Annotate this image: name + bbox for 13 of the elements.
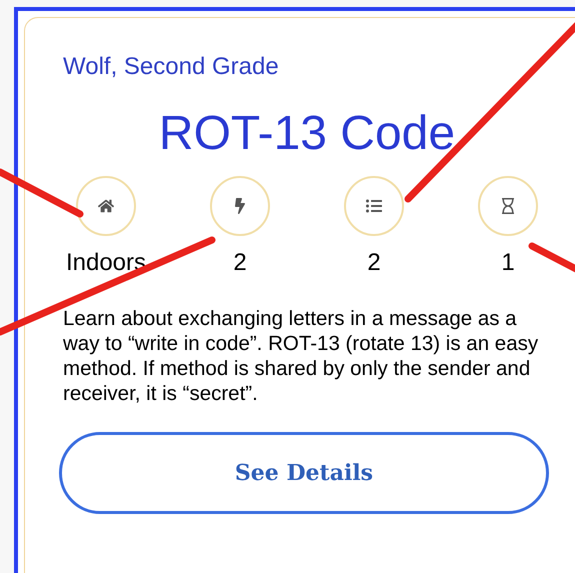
description-text: Learn about exchanging letters in a message as a way to “write in code”. ROT-13 (rotate 13) is an easy method. If method is shared by only the sender and receiver, it is “secret”. bbox=[63, 306, 540, 406]
lightning-icon bbox=[210, 176, 270, 236]
hourglass-icon bbox=[478, 176, 538, 236]
stat-value: Indoors bbox=[66, 248, 146, 278]
list-icon bbox=[344, 176, 404, 236]
stat-value: 2 bbox=[233, 248, 247, 278]
card-title: ROT-13 Code bbox=[158, 106, 456, 162]
see-details-button[interactable]: See Details bbox=[59, 432, 549, 514]
stat-value: 2 bbox=[367, 248, 381, 278]
stat-value: 1 bbox=[501, 248, 515, 278]
card-subtitle: Wolf, Second Grade bbox=[63, 52, 279, 82]
annotation-line bbox=[528, 242, 575, 274]
house-icon bbox=[76, 176, 136, 236]
